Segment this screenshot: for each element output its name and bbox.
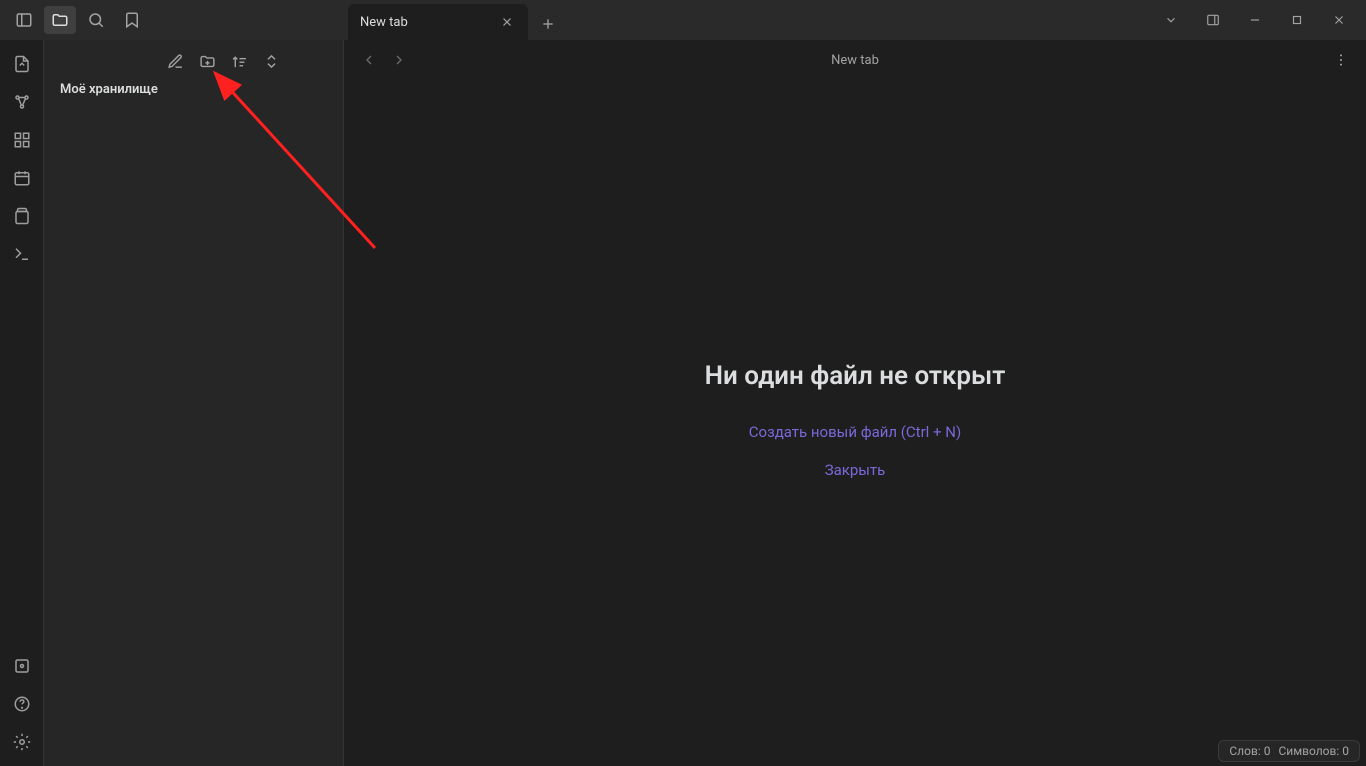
settings-icon[interactable] (6, 726, 38, 758)
graph-view-icon[interactable] (6, 86, 38, 118)
left-ribbon (0, 40, 44, 766)
empty-state: Ни один файл не открыт Создать новый фай… (344, 80, 1366, 766)
sort-icon[interactable] (227, 49, 251, 73)
titlebar: New tab (0, 0, 1366, 40)
new-tab-button[interactable] (532, 8, 564, 40)
files-tab-icon[interactable] (44, 6, 76, 34)
tab-container: New tab (348, 0, 564, 40)
chevron-down-icon[interactable] (1152, 6, 1190, 34)
templates-icon[interactable] (6, 200, 38, 232)
tab-close-button[interactable] (498, 13, 516, 31)
new-note-icon[interactable] (163, 49, 187, 73)
empty-heading: Ни один файл не открыт (705, 361, 1006, 391)
daily-notes-icon[interactable] (6, 162, 38, 194)
command-palette-icon[interactable] (6, 238, 38, 270)
body-container: Моё хранилище New tab Ни один файл не от… (0, 40, 1366, 766)
char-count: Символов: 0 (1278, 744, 1349, 758)
nav-arrows (356, 47, 412, 73)
bookmarks-tab-icon[interactable] (116, 6, 148, 34)
right-sidebar-toggle-icon[interactable] (1194, 6, 1232, 34)
quick-switcher-icon[interactable] (6, 48, 38, 80)
nav-forward-button[interactable] (386, 47, 412, 73)
main-pane: New tab Ни один файл не открыт Создать н… (344, 40, 1366, 766)
sidebar-action-bar (44, 40, 343, 82)
close-window-button[interactable] (1320, 6, 1358, 34)
search-tab-icon[interactable] (80, 6, 112, 34)
minimize-button[interactable] (1236, 6, 1274, 34)
word-count: Слов: 0 (1229, 744, 1270, 758)
collapse-expand-icon[interactable] (259, 49, 283, 73)
maximize-button[interactable] (1278, 6, 1316, 34)
left-sidebar-toggle-icon[interactable] (8, 6, 40, 34)
main-header: New tab (344, 40, 1366, 80)
main-title: New tab (831, 53, 879, 68)
tab-new-tab[interactable]: New tab (348, 4, 528, 40)
status-bar[interactable]: Слов: 0 Символов: 0 (1218, 740, 1360, 762)
vault-title[interactable]: Моё хранилище (44, 82, 343, 105)
close-link[interactable]: Закрыть (825, 455, 886, 485)
nav-back-button[interactable] (356, 47, 382, 73)
help-icon[interactable] (6, 688, 38, 720)
file-explorer-sidebar: Моё хранилище (44, 40, 344, 766)
tab-label: New tab (360, 15, 408, 30)
more-menu-icon[interactable] (1328, 47, 1354, 73)
canvas-icon[interactable] (6, 124, 38, 156)
vault-icon[interactable] (6, 650, 38, 682)
create-file-link[interactable]: Создать новый файл (Ctrl + N) (749, 417, 961, 447)
window-controls (1152, 0, 1366, 40)
new-folder-icon[interactable] (195, 49, 219, 73)
titlebar-left-group (0, 6, 148, 34)
